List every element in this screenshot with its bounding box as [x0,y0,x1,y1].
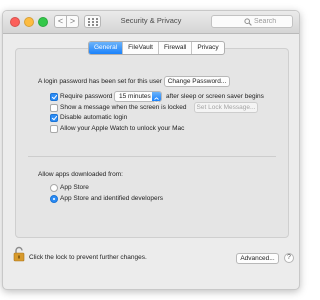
radio-app-store-identified-label: App Store and identified developers [60,195,163,202]
tab-bar: General FileVault Firewall Privacy [88,41,225,55]
search-icon [244,18,252,26]
downloads-heading: Allow apps downloaded from: [38,171,123,178]
require-password-delay-value: 15 minutes [119,93,151,100]
show-message-label: Show a message when the screen is locked [60,104,187,111]
radio-app-store-label: App Store [60,184,89,191]
tab-filevault[interactable]: FileVault [122,42,158,54]
tab-general[interactable]: General [89,42,123,54]
general-panel: A login password has been set for this u… [15,48,289,238]
apple-watch-checkbox[interactable] [50,125,58,133]
apple-watch-label: Allow your Apple Watch to unlock your Ma… [60,125,185,132]
radio-app-store[interactable] [50,184,58,192]
section-divider [28,156,276,157]
require-password-checkbox[interactable] [50,93,58,101]
lock-icon [13,246,25,262]
search-field[interactable] [211,15,293,28]
chevron-updown-icon [152,92,161,104]
show-message-checkbox[interactable] [50,104,58,112]
radio-app-store-identified[interactable] [50,195,58,203]
preferences-window: < > Security & Privacy General FileVault… [2,10,300,290]
title-bar: < > Security & Privacy [3,11,299,34]
disable-auto-login-label: Disable automatic login [60,114,128,121]
tab-firewall[interactable]: Firewall [157,42,191,54]
set-lock-message-button[interactable]: Set Lock Message... [194,102,258,113]
search-input[interactable] [254,17,290,26]
login-password-text: A login password has been set for this u… [38,78,162,85]
require-password-label: Require password [60,93,113,100]
help-button[interactable]: ? [284,253,294,263]
lock-text: Click the lock to prevent further change… [29,254,147,261]
help-icon: ? [287,254,291,261]
lock-button[interactable] [13,246,25,267]
disable-auto-login-checkbox[interactable] [50,114,58,122]
require-password-delay-select[interactable]: 15 minutes [114,91,162,104]
require-password-suffix: after sleep or screen saver begins [166,93,264,100]
tab-privacy[interactable]: Privacy [191,42,223,54]
change-password-button[interactable]: Change Password... [164,76,230,87]
advanced-button[interactable]: Advanced... [236,253,279,264]
